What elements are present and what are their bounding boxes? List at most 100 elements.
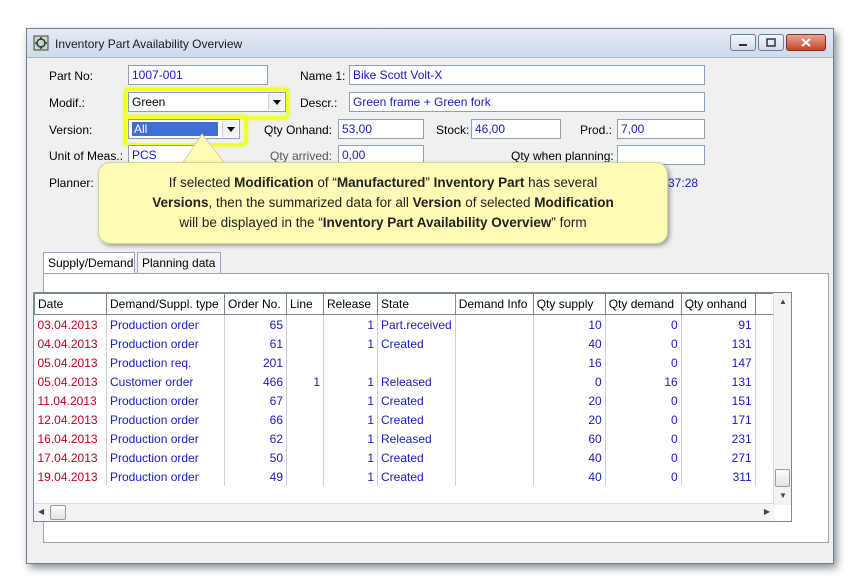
- table-cell[interactable]: 20: [533, 410, 606, 429]
- table-cell[interactable]: 61: [224, 334, 287, 353]
- table-cell[interactable]: Created: [377, 448, 456, 467]
- table-cell[interactable]: 03.04.2013: [34, 314, 107, 334]
- table-cell[interactable]: 49: [224, 467, 287, 486]
- vertical-scrollbar[interactable]: ▲ ▼: [773, 293, 791, 505]
- column-header[interactable]: Qty onhand: [680, 293, 756, 315]
- table-cell[interactable]: 231: [681, 429, 756, 448]
- stock-field[interactable]: 46,00: [471, 119, 561, 139]
- tab-supply-demand[interactable]: Supply/Demand: [43, 252, 135, 274]
- table-row[interactable]: 19.04.2013 Production order 49 1 Created 40 0 3…: [34, 467, 777, 486]
- scroll-right-arrow-icon[interactable]: ▶: [764, 507, 770, 516]
- table-cell[interactable]: 10: [533, 314, 606, 334]
- table-cell[interactable]: 1: [323, 391, 378, 410]
- table-cell[interactable]: Created: [377, 467, 456, 486]
- table-cell[interactable]: 50: [224, 448, 287, 467]
- table-cell[interactable]: 1: [323, 448, 378, 467]
- table-cell[interactable]: 04.04.2013: [34, 334, 107, 353]
- table-row[interactable]: 17.04.2013 Production order 50 1 Created 40 0 2…: [34, 448, 777, 467]
- table-cell[interactable]: [286, 334, 324, 353]
- table-cell[interactable]: [455, 314, 534, 334]
- table-cell[interactable]: [455, 391, 534, 410]
- table-cell[interactable]: [377, 353, 456, 372]
- table-cell[interactable]: 40: [533, 334, 606, 353]
- table-cell[interactable]: 0: [605, 353, 682, 372]
- table-cell[interactable]: 0: [605, 391, 682, 410]
- descr-field[interactable]: Green frame + Green fork: [349, 92, 705, 112]
- table-row[interactable]: 04.04.2013 Production order 61 1 Created 40 0 1…: [34, 334, 777, 353]
- table-cell[interactable]: 1: [323, 314, 378, 334]
- table-cell[interactable]: 311: [681, 467, 756, 486]
- chevron-down-icon[interactable]: [268, 94, 284, 110]
- table-cell[interactable]: Created: [377, 334, 456, 353]
- table-cell[interactable]: 60: [533, 429, 606, 448]
- table-cell[interactable]: 0: [605, 448, 682, 467]
- table-cell[interactable]: Production order: [106, 410, 225, 429]
- table-cell[interactable]: 131: [681, 334, 756, 353]
- table-cell[interactable]: 0: [605, 314, 682, 334]
- table-cell[interactable]: 16: [533, 353, 606, 372]
- table-cell[interactable]: Customer order: [106, 372, 225, 391]
- table-cell[interactable]: Part.received: [377, 314, 456, 334]
- table-cell[interactable]: [455, 467, 534, 486]
- table-row[interactable]: 12.04.2013 Production order 66 1 Created 20 0 1…: [34, 410, 777, 429]
- table-cell[interactable]: 147: [681, 353, 756, 372]
- table-cell[interactable]: [455, 372, 534, 391]
- table-cell[interactable]: Production order: [106, 334, 225, 353]
- table-cell[interactable]: [286, 391, 324, 410]
- table-cell[interactable]: 62: [224, 429, 287, 448]
- table-cell[interactable]: Production order: [106, 391, 225, 410]
- table-cell[interactable]: 1: [323, 372, 378, 391]
- table-cell[interactable]: 1: [323, 410, 378, 429]
- table-cell[interactable]: [286, 467, 324, 486]
- table-cell[interactable]: 171: [681, 410, 756, 429]
- prod-field[interactable]: 7,00: [617, 119, 705, 139]
- table-cell[interactable]: 271: [681, 448, 756, 467]
- maximize-button[interactable]: [758, 34, 784, 51]
- table-cell[interactable]: Production order: [106, 448, 225, 467]
- table-row[interactable]: 11.04.2013 Production order 67 1 Created 20 0 1…: [34, 391, 777, 410]
- table-cell[interactable]: 0: [605, 410, 682, 429]
- table-cell[interactable]: 0: [605, 467, 682, 486]
- table-cell[interactable]: [286, 314, 324, 334]
- table-cell[interactable]: 20: [533, 391, 606, 410]
- column-header[interactable]: Order No.: [224, 293, 287, 315]
- column-header[interactable]: Qty demand: [604, 293, 682, 315]
- table-cell[interactable]: 65: [224, 314, 287, 334]
- table-cell[interactable]: [286, 410, 324, 429]
- table-cell[interactable]: [455, 448, 534, 467]
- table-cell[interactable]: 91: [681, 314, 756, 334]
- table-cell[interactable]: Production order: [106, 314, 225, 334]
- scroll-left-arrow-icon[interactable]: ◀: [38, 507, 44, 516]
- horizontal-scroll-thumb[interactable]: [50, 505, 66, 520]
- table-cell[interactable]: 16.04.2013: [34, 429, 107, 448]
- table-cell[interactable]: Production req.: [106, 353, 225, 372]
- column-header[interactable]: Demand/Suppl. type: [106, 293, 225, 315]
- table-cell[interactable]: 19.04.2013: [34, 467, 107, 486]
- table-cell[interactable]: Created: [377, 410, 456, 429]
- part-no-field[interactable]: 1007-001: [128, 65, 268, 85]
- table-cell[interactable]: 67: [224, 391, 287, 410]
- table-row[interactable]: 05.04.2013 Production req. 201 16 0 147: [34, 353, 777, 372]
- column-header[interactable]: Release: [323, 293, 378, 315]
- qty-onhand-field[interactable]: 53,00: [338, 119, 424, 139]
- table-cell[interactable]: [455, 429, 534, 448]
- table-cell[interactable]: Production order: [106, 429, 225, 448]
- table-cell[interactable]: 16: [605, 372, 682, 391]
- scroll-down-arrow-icon[interactable]: ▼: [779, 491, 787, 500]
- table-cell[interactable]: 05.04.2013: [34, 372, 107, 391]
- scroll-up-arrow-icon[interactable]: ▲: [779, 297, 787, 306]
- modif-select[interactable]: Green: [128, 92, 286, 112]
- column-header[interactable]: State: [377, 293, 456, 315]
- table-cell[interactable]: 466: [224, 372, 287, 391]
- table-cell[interactable]: [286, 353, 324, 372]
- table-cell[interactable]: 40: [533, 448, 606, 467]
- table-cell[interactable]: 66: [224, 410, 287, 429]
- name1-field[interactable]: Bike Scott Volt-X: [349, 65, 705, 85]
- table-cell[interactable]: [286, 448, 324, 467]
- table-row[interactable]: 16.04.2013 Production order 62 1 Released 60 0…: [34, 429, 777, 448]
- table-row[interactable]: 03.04.2013 Production order 65 1 Part.receiv…: [34, 314, 777, 334]
- table-cell[interactable]: [323, 353, 378, 372]
- table-cell[interactable]: [455, 410, 534, 429]
- table-cell[interactable]: [286, 429, 324, 448]
- table-cell[interactable]: 40: [533, 467, 606, 486]
